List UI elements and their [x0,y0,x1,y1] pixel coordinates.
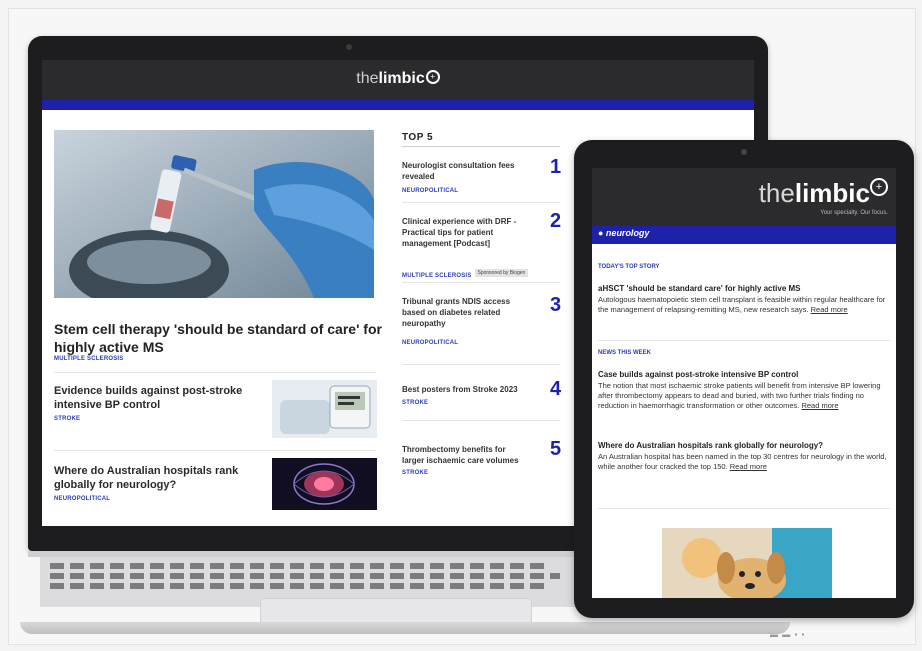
top5-divider [402,146,560,147]
divider [402,420,560,421]
key-row [50,573,560,579]
sponsor-badge: Sponsored by Biogen [474,268,529,277]
tablet-camera [741,149,747,155]
tablet-screen: thelimbic + Your specialty. Our focus. ● … [592,168,896,598]
key-row [50,583,550,589]
section-bar: ● neurology [592,226,896,244]
story-headline[interactable]: Where do Australian hospitals rank globa… [54,464,259,492]
news-body: The notion that most ischaemic stroke pa… [598,381,890,411]
news-this-week-label: NEWS THIS WEEK [598,350,652,356]
top5-item-title[interactable]: Thrombectomy benefits for larger ischaem… [402,444,522,466]
top5-item-tag[interactable]: MULTIPLE SCLEROSIS [402,273,472,279]
logo-prefix: the [758,178,795,208]
site-header: thelimbic + [42,60,754,100]
logo-name: limbic [378,70,425,87]
logo-plus-icon: + [425,70,440,84]
tablet-home-indicator [722,602,766,608]
email-tagline: Your specialty. Our focus. [820,210,888,216]
story-thumbnail-brain[interactable] [272,458,377,510]
top5-item-tag[interactable]: NEUROPOLITICAL [402,188,458,194]
top5-item-tag[interactable]: STROKE [402,400,428,406]
top5-item-title[interactable]: Neurologist consultation fees revealed [402,160,522,182]
top5-item-tag[interactable]: STROKE [402,470,428,476]
top5-item-tag[interactable]: NEUROPOLITICAL [402,340,458,346]
key-row [50,563,550,569]
top5-item-number: 5 [550,438,562,460]
read-more-link[interactable]: Read more [811,305,848,314]
section-title: ● neurology [598,228,650,238]
tablet: thelimbic + Your specialty. Our focus. ● … [574,140,914,618]
news-headline[interactable]: Where do Australian hospitals rank globa… [598,441,890,451]
read-more-link[interactable]: Read more [730,462,767,471]
divider [54,372,376,373]
top5-item-title[interactable]: Clinical experience with DRF - Practical… [402,216,522,249]
laptop-base [20,622,790,634]
hero-category-tag[interactable]: MULTIPLE SCLEROSIS [54,356,124,362]
divider [598,340,890,341]
divider [402,364,560,365]
top5-item-number: 4 [550,378,562,400]
top5-item-tag-row: MULTIPLE SCLEROSISSponsored by Biogen [402,264,529,282]
site-logo[interactable]: thelimbic + [42,70,754,88]
top-story-body: Autologous haematopoietic stem cell tran… [598,295,890,315]
nav-bar [42,100,754,110]
top-story-headline[interactable]: aHSCT 'should be standard care' for high… [598,284,890,294]
logo-plus-icon: + [870,178,888,196]
top5-item-title[interactable]: Tribunal grants NDIS access based on dia… [402,296,522,329]
news-body: An Australian hospital has been named in… [598,452,890,472]
logo-prefix: the [356,70,379,87]
top5-item-title[interactable]: Best posters from Stroke 2023 [402,384,522,395]
advert-image-dog[interactable] [662,528,832,598]
divider [402,202,560,203]
laptop-camera [346,44,352,50]
story-headline[interactable]: Evidence builds against post-stroke inte… [54,384,259,412]
news-headline[interactable]: Case builds against post-stroke intensiv… [598,370,890,380]
top5-heading: TOP 5 [402,132,434,143]
hero-headline[interactable]: Stem cell therapy 'should be standard of… [54,320,384,356]
story-category-tag[interactable]: NEUROPOLITICAL [54,496,110,502]
divider [598,508,890,509]
read-more-link[interactable]: Read more [801,401,838,410]
hero-image[interactable] [54,130,374,298]
decorative-dots: ▬ ▬ ▪ ▪ [770,630,806,639]
story-category-tag[interactable]: STROKE [54,416,80,422]
divider [54,450,376,451]
todays-top-story-label: TODAY'S TOP STORY [598,264,660,270]
story-thumbnail-bp-monitor[interactable] [272,380,377,438]
email-logo[interactable]: thelimbic + [759,178,888,209]
logo-name: limbic [794,178,870,208]
top5-item-number: 3 [550,294,562,316]
top5-item-number: 2 [550,210,562,232]
divider [402,282,560,283]
top5-item-number: 1 [550,156,562,178]
email-header: thelimbic + Your specialty. Our focus. [592,168,896,226]
